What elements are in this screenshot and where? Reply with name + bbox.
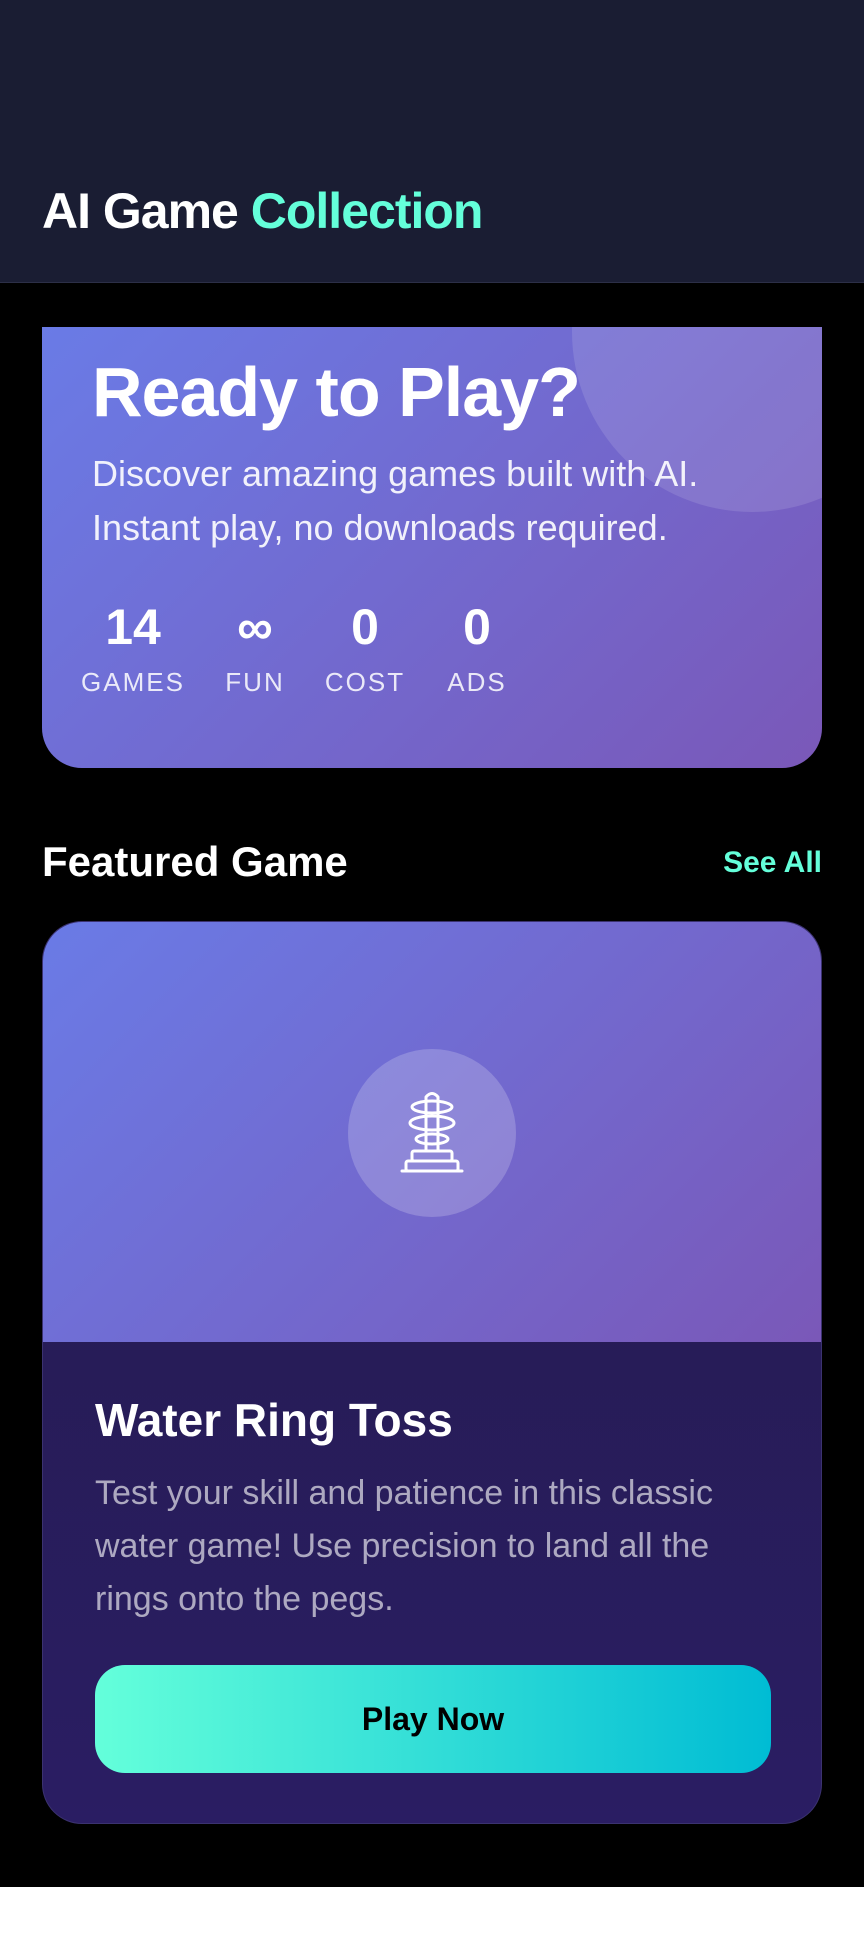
game-title: Water Ring Toss — [95, 1394, 453, 1446]
bottom-bar — [0, 1887, 864, 1939]
stat-ads: 0 ADS — [417, 599, 537, 698]
stat-label: COST — [324, 667, 406, 697]
stat-value: 0 — [351, 599, 379, 655]
stat-fun: ∞ FUN — [195, 599, 315, 698]
game-description: Test your skill and patience in this cla… — [95, 1474, 713, 1618]
stat-value: 0 — [463, 599, 491, 655]
stat-label: FUN — [225, 667, 285, 697]
stat-cost: 0 COST — [305, 599, 425, 698]
app-title-main: AI Game — [42, 183, 239, 239]
water-ring-toss-icon — [400, 1092, 464, 1173]
stat-label: GAMES — [81, 667, 185, 697]
hero-title: Ready to Play? — [92, 353, 581, 431]
featured-section-title: Featured Game — [42, 838, 348, 885]
hero-description: Discover amazing games built with AI. In… — [92, 453, 699, 548]
play-now-button[interactable]: Play Now — [95, 1665, 771, 1773]
app-title-accent: Collection — [250, 183, 484, 239]
featured-game-card[interactable]: Water Ring Toss Test your skill and pati… — [42, 921, 822, 1824]
game-icon-badge — [348, 1049, 516, 1217]
hero-banner: Ready to Play? Discover amazing games bu… — [42, 327, 822, 768]
stat-games: 14 GAMES — [73, 599, 193, 698]
stat-value: ∞ — [237, 599, 273, 655]
app-title: AI Game Collection — [42, 178, 484, 244]
see-all-link[interactable]: See All — [723, 843, 822, 883]
stat-label: ADS — [447, 667, 507, 697]
app-header: AI Game Collection — [0, 0, 864, 283]
stat-value: 14 — [105, 599, 161, 655]
game-card-banner — [43, 922, 821, 1342]
